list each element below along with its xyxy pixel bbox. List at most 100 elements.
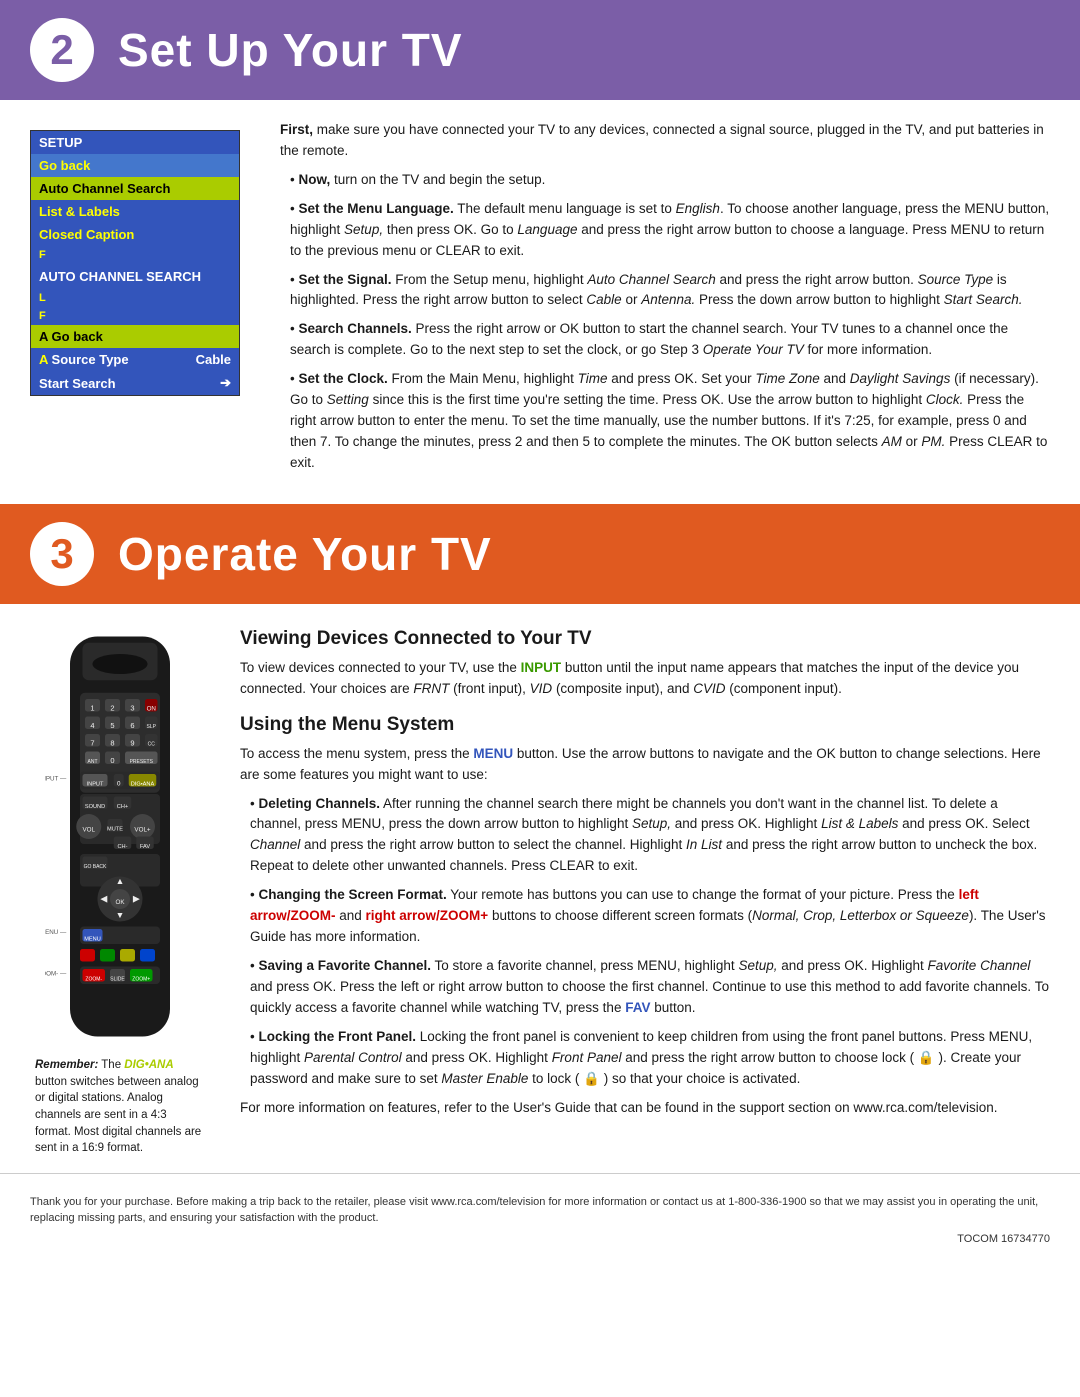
section2-number-circle: 2 [30,18,94,82]
closing-para: For more information on features, refer … [240,1098,1050,1119]
svg-text:CH+: CH+ [117,804,128,810]
auto-channel-label: Auto Channel Search [39,181,170,196]
viewing-heading: Viewing Devices Connected to Your TV [240,628,1050,650]
svg-text:PRESETS: PRESETS [130,759,154,765]
svg-text:▲: ▲ [116,876,125,886]
bullet-menu-language: Set the Menu Language. The default menu … [280,199,1050,262]
remote-panel: 1 2 3 ON 4 5 6 SLP 7 8 [30,624,210,1157]
svg-text:0: 0 [110,756,114,765]
menu-go-back-1: Go back [31,154,239,177]
footer-text: Thank you for your purchase. Before maki… [0,1173,1080,1233]
svg-text:6: 6 [130,721,134,730]
svg-text:▶: ▶ [133,893,140,903]
section2-content-area: SETUP Go back Auto Channel Search List &… [0,100,1080,484]
go-back-label-1: Go back [39,158,90,173]
menu-start-search: Start Search ➔ [31,371,239,395]
svg-text:SLIDE: SLIDE [110,976,125,982]
bullet-favorite: Saving a Favorite Channel. To store a fa… [240,956,1050,1019]
footer-main-text: Thank you for your purchase. Before maki… [30,1196,1038,1225]
svg-text:VOL: VOL [82,826,95,833]
section3-right-content: Viewing Devices Connected to Your TV To … [240,624,1050,1157]
svg-text:▼: ▼ [116,910,125,920]
svg-text:MENU —: MENU — [45,929,67,936]
menu-system-heading: Using the Menu System [240,714,1050,736]
section2-para1: First, make sure you have connected your… [280,120,1050,162]
section2-number: 2 [50,26,73,74]
svg-text:SOUND: SOUND [85,804,105,810]
section3-header: 3 Operate Your TV [0,504,1080,604]
menu-auto-channel: Auto Channel Search [31,177,239,200]
setup-label: SETUP [39,135,82,150]
svg-text:2: 2 [110,703,114,712]
viewing-para: To view devices connected to your TV, us… [240,658,1050,700]
cable-label: Cable [196,352,231,367]
footer-bottom: TOCOM 16734770 [0,1233,1080,1255]
remote-container: 1 2 3 ON 4 5 6 SLP 7 8 [30,624,210,1157]
section2-intro-text: First, make sure you have connected your… [280,120,1050,474]
menu-source-type: A Source Type Cable [31,348,239,371]
menu-row-l: L [31,289,239,307]
bullet-clock: Set the Clock. From the Main Menu, highl… [280,369,1050,474]
closed-caption-label: Closed Caption [39,227,134,242]
section2-title: Set Up Your TV [118,23,463,77]
svg-text:3: 3 [130,703,134,712]
svg-text:CH-: CH- [118,844,128,850]
list-labels-label: List & Labels [39,204,120,219]
menu-go-back-highlight: A Go back [31,325,239,348]
bullet-now: Now, turn on the TV and begin the setup. [280,170,1050,191]
svg-text:7: 7 [90,738,94,747]
menu-auto-channel-highlight: AUTO CHANNEL SEARCH [31,264,239,289]
menu-highlight: MENU [473,746,513,761]
svg-text:MENU: MENU [84,936,101,942]
svg-text:INPUT: INPUT [87,781,104,787]
remote-note: Remember: The DIG•ANA button switches be… [35,1057,205,1157]
svg-text:4: 4 [90,721,94,730]
svg-text:SLP: SLP [147,724,157,730]
menu-list-labels: List & Labels [31,200,239,223]
menu-intro-para: To access the menu system, press the MEN… [240,744,1050,786]
section2-header: 2 Set Up Your TV [0,0,1080,100]
svg-text:ANT: ANT [88,759,98,765]
source-type-label: A Source Type [39,352,129,367]
svg-text:ON: ON [147,705,156,712]
start-search-arrow: ➔ [220,375,231,391]
svg-text:ZOOM+: ZOOM+ [132,976,150,982]
menu-closed-caption: Closed Caption [31,223,239,246]
svg-text:◀: ◀ [100,893,107,903]
menu-setup-header: SETUP [31,131,239,154]
svg-text:1: 1 [90,703,94,712]
svg-text:5: 5 [110,721,114,730]
svg-text:8: 8 [110,738,114,747]
input-highlight: INPUT [521,660,562,675]
section2-right-panel: First, make sure you have connected your… [280,120,1050,484]
start-search-label: Start Search [39,376,116,391]
section3-title: Operate Your TV [118,527,492,581]
section3-number-circle: 3 [30,522,94,586]
bullet-locking: Locking the Front Panel. Locking the fro… [240,1027,1050,1090]
section3-content-area: 1 2 3 ON 4 5 6 SLP 7 8 [0,604,1080,1157]
svg-text:ZOOM- —: ZOOM- — [45,970,67,977]
svg-text:CC: CC [148,741,156,747]
svg-text:DIG•ANA: DIG•ANA [131,781,155,787]
setup-menu: SETUP Go back Auto Channel Search List &… [30,130,240,396]
bullet-search-channels: Search Channels. Press the right arrow o… [280,319,1050,361]
menu-system-body: To access the menu system, press the MEN… [240,744,1050,1119]
tocom-label: TOCOM 16734770 [957,1233,1050,1245]
svg-text:ZOOM-: ZOOM- [85,976,102,982]
svg-text:GO BACK: GO BACK [84,864,107,870]
bullet-screen-format: Changing the Screen Format. Your remote … [240,885,1050,948]
remote-svg: 1 2 3 ON 4 5 6 SLP 7 8 [45,624,195,1049]
right-zoom-highlight: right arrow/ZOOM+ [366,908,489,923]
fav-highlight: FAV [625,1000,650,1015]
go-back-label-2: Go back [52,329,103,344]
menu-row-f: F [31,246,239,264]
svg-text:OK: OK [115,899,125,906]
dig-ana-label: DIG•ANA [124,1059,173,1071]
svg-text:FAV: FAV [140,844,150,850]
viewing-body: To view devices connected to your TV, us… [240,658,1050,700]
svg-text:MUTE: MUTE [107,826,123,832]
section2-left-panel: SETUP Go back Auto Channel Search List &… [30,120,250,484]
svg-text:0: 0 [117,780,121,787]
svg-text:9: 9 [130,738,134,747]
section3-number: 3 [50,530,73,578]
